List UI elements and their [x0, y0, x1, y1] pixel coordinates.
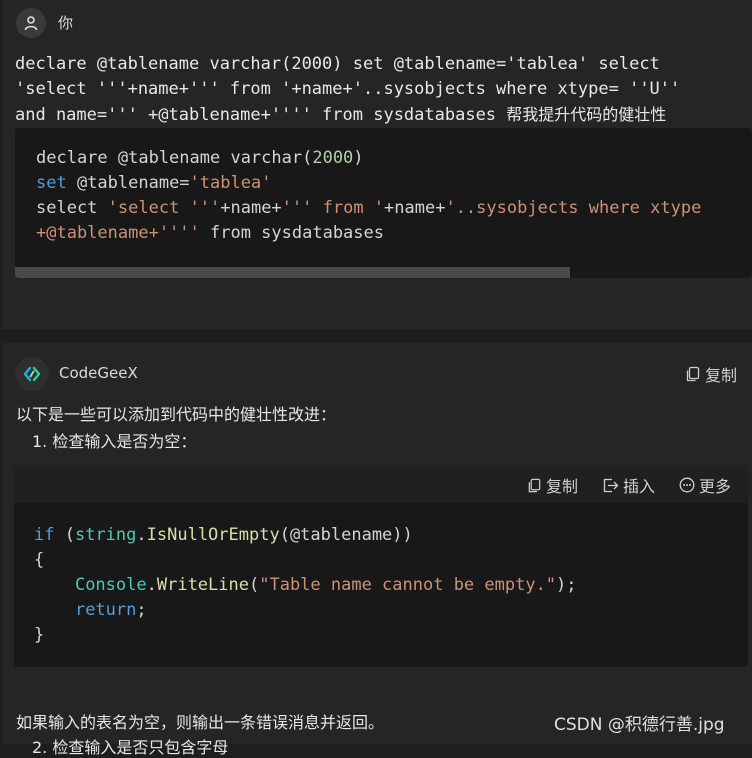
code-token: (@tablename)) [279, 525, 413, 545]
more-icon [679, 477, 695, 493]
user-prompt-cjk: 帮我提升代码的健壮性 [506, 105, 667, 124]
copy-button[interactable]: 复制 [685, 362, 737, 386]
code-more-button[interactable]: 更多 [679, 473, 731, 497]
code-token: '..sysobjects where xtype [445, 198, 702, 218]
code-token: set [36, 173, 67, 193]
code-token: ''' from ' [281, 198, 385, 218]
intro-text: 以下是一些可以添加到代码中的健壮性改进： [16, 405, 337, 424]
user-prompt-line: 'select '''+name+''' from '+name+'..syso… [15, 79, 681, 99]
person-icon [24, 16, 38, 31]
code-token: . [136, 525, 147, 545]
step-1-text: 1. 检查输入是否为空： [32, 432, 197, 451]
user-prompt-line: and name=''' +@tablename+'''' from sysda… [15, 105, 507, 125]
copy-label: 复制 [705, 366, 738, 385]
code-token: { [34, 550, 45, 570]
bot-avatar [15, 357, 49, 391]
step-2-text: 2. 检查输入是否只包含字母 [32, 738, 229, 757]
copy-icon [686, 366, 700, 382]
code-token: 'select ''' [107, 198, 221, 218]
assistant-message: CodeGeeX 复制 以下是一些可以添加到代码中的健壮性改进： 1. 检查输入… [2, 343, 752, 757]
code-token: . [146, 575, 157, 595]
code-token: 2000 [312, 148, 354, 168]
code-token: if [34, 525, 55, 545]
code-token: +name+ [220, 198, 282, 218]
code-token: 'tablea' [189, 173, 272, 193]
user-code-block: declare @tablename varchar(2000) set @ta… [15, 128, 752, 278]
watermark: CSDN @积德行善.jpg [554, 715, 725, 735]
user-name: 你 [58, 14, 74, 32]
code-more-label: 更多 [699, 477, 732, 496]
code-token: string [74, 525, 137, 545]
user-code: declare @tablename varchar(2000) set @ta… [36, 146, 701, 246]
code-token: ; [136, 600, 147, 620]
code-token: } [34, 625, 45, 645]
code-token: select [36, 198, 108, 218]
code-token: IsNullOrEmpty [146, 525, 280, 545]
code-copy-label: 复制 [546, 477, 579, 496]
code-token: "Table name cannot be empty." [259, 575, 557, 595]
code-token: @tablename= [66, 173, 190, 193]
user-avatar [16, 8, 46, 38]
code-token: ( [54, 525, 75, 545]
code-token: declare @tablename varchar( [36, 148, 313, 168]
code-insert-label: 插入 [623, 477, 656, 496]
code-token: ) [353, 148, 364, 168]
code-token: Console [74, 575, 147, 595]
explanation-text: 如果输入的表名为空，则输出一条错误消息并返回。 [16, 713, 385, 732]
answer-code-block: 复制 插入 更多 if (string.IsNullOrEmpty(@table… [14, 465, 748, 667]
answer-code: if (string.IsNullOrEmpty(@tablename)) { … [34, 523, 577, 648]
code-insert-button[interactable]: 插入 [603, 473, 655, 497]
insert-icon [603, 478, 619, 492]
code-toolbar: 复制 插入 更多 [14, 465, 748, 503]
code-token: ); [556, 575, 577, 595]
code-token: WriteLine [156, 575, 249, 595]
user-prompt-line: declare @tablename varchar(2000) set @ta… [15, 54, 660, 74]
code-token: return [74, 600, 137, 620]
horizontal-scrollbar[interactable] [15, 267, 570, 278]
codegeex-logo-icon [23, 366, 41, 382]
code-token: from sysdatabases [199, 223, 384, 243]
code-copy-button[interactable]: 复制 [527, 473, 578, 497]
code-token: +@tablename+'''' [36, 223, 200, 243]
bot-name: CodeGeeX [59, 364, 138, 382]
copy-icon [528, 478, 541, 492]
code-token: ( [248, 575, 260, 595]
user-prompt-text: declare @tablename varchar(2000) set @ta… [15, 52, 750, 128]
user-message: 你 declare @tablename varchar(2000) set @… [2, 0, 752, 331]
code-token: +name+ [384, 198, 446, 218]
